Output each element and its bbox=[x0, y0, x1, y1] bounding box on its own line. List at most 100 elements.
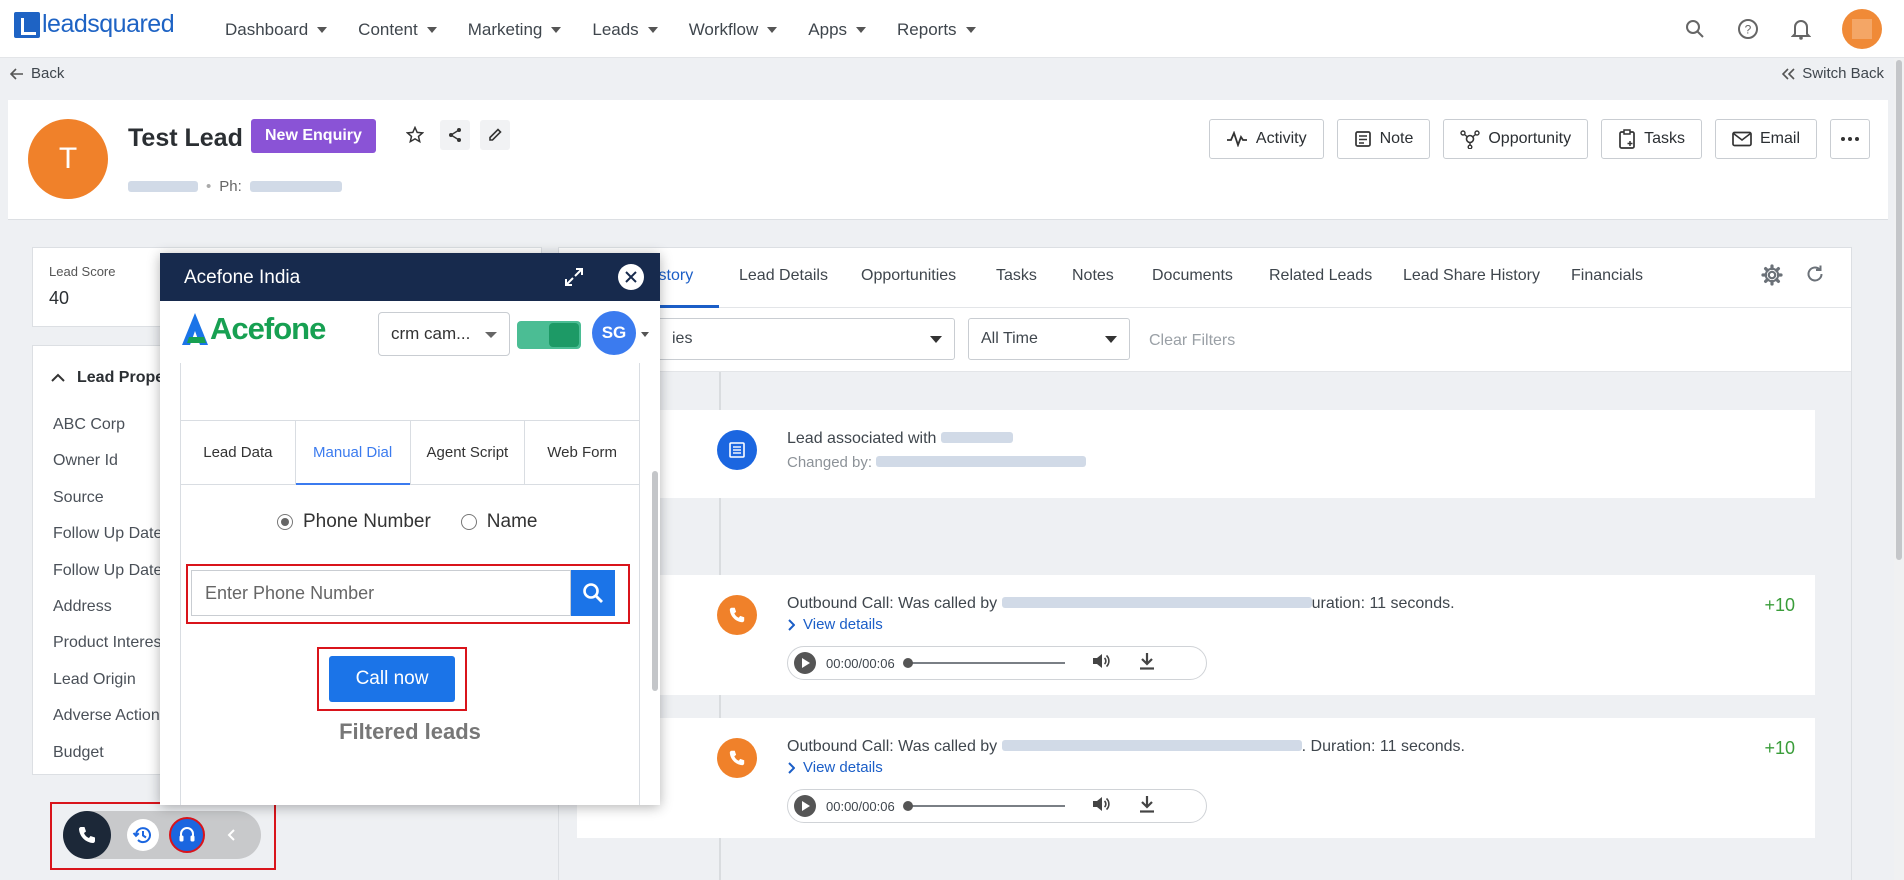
phone-call-icon[interactable] bbox=[63, 811, 111, 859]
radio-phone-number[interactable]: Phone Number bbox=[277, 511, 431, 533]
radio-name[interactable]: Name bbox=[460, 511, 537, 533]
property-item: Adverse Action bbox=[53, 707, 160, 725]
tab-tasks[interactable]: Tasks bbox=[996, 267, 1037, 285]
tab-web-form[interactable]: Web Form bbox=[525, 421, 639, 484]
tab-lead-share-history[interactable]: Lead Share History bbox=[1403, 267, 1540, 285]
chevron-left-icon[interactable] bbox=[220, 823, 244, 847]
agent-menu-caret-icon[interactable] bbox=[641, 332, 649, 337]
tab-lead-data[interactable]: Lead Data bbox=[181, 421, 296, 484]
detail-tabs: istory Lead Details Opportunities Tasks … bbox=[559, 248, 1851, 308]
download-icon[interactable] bbox=[1139, 652, 1155, 675]
property-item: Source bbox=[53, 488, 104, 506]
chevron-down-icon bbox=[767, 27, 778, 33]
dial-mode-radios: Phone Number Name bbox=[277, 511, 537, 533]
user-avatar[interactable] bbox=[1842, 9, 1882, 49]
softphone-launcher bbox=[63, 811, 261, 859]
chevron-down-icon bbox=[551, 27, 562, 33]
tab-financials[interactable]: Financials bbox=[1571, 267, 1643, 285]
widget-scrollbar[interactable] bbox=[652, 471, 658, 691]
lead-stage-badge[interactable]: New Enquiry bbox=[251, 119, 376, 153]
agent-avatar[interactable]: SG bbox=[592, 311, 636, 355]
tasks-button[interactable]: Tasks bbox=[1601, 119, 1702, 159]
nav-workflow[interactable]: Workflow bbox=[689, 20, 778, 40]
page-scrollbar[interactable] bbox=[1894, 58, 1904, 880]
volume-icon[interactable] bbox=[1091, 795, 1111, 818]
acefone-logo: Acefone bbox=[180, 311, 326, 347]
phone-label: Ph: bbox=[219, 178, 242, 195]
tab-agent-script[interactable]: Agent Script bbox=[411, 421, 526, 484]
volume-icon[interactable] bbox=[1091, 652, 1111, 675]
email-button[interactable]: Email bbox=[1714, 119, 1817, 159]
expand-icon[interactable] bbox=[563, 266, 585, 288]
widget-tabs: Lead Data Manual Dial Agent Script Web F… bbox=[181, 421, 639, 485]
nav-content[interactable]: Content bbox=[358, 20, 437, 40]
nav-content-label: Content bbox=[358, 20, 418, 39]
chevron-down-icon bbox=[485, 332, 497, 338]
star-icon[interactable] bbox=[400, 120, 430, 150]
headset-icon[interactable] bbox=[169, 817, 205, 853]
widget-header: Acefone India bbox=[160, 253, 660, 301]
widget-body-top bbox=[181, 363, 639, 421]
audio-seek-bar[interactable] bbox=[902, 801, 1065, 811]
tab-documents[interactable]: Documents bbox=[1152, 267, 1233, 285]
call-now-button[interactable]: Call now bbox=[329, 656, 455, 702]
activity-type-value: ies bbox=[672, 330, 693, 347]
settings-gear-icon[interactable] bbox=[1761, 264, 1783, 291]
nav-reports[interactable]: Reports bbox=[897, 20, 976, 40]
note-button[interactable]: Note bbox=[1336, 119, 1431, 159]
view-details-label: View details bbox=[803, 616, 883, 633]
nav-leads[interactable]: Leads bbox=[592, 20, 658, 40]
leadsquared-logo[interactable]: leadsquared bbox=[14, 10, 175, 39]
more-actions-button[interactable] bbox=[1830, 119, 1870, 159]
close-icon[interactable] bbox=[618, 264, 644, 290]
view-details-link[interactable]: View details bbox=[787, 616, 883, 633]
activity-title-text: Outbound Call: Was called by bbox=[787, 595, 998, 612]
tab-manual-dial[interactable]: Manual Dial bbox=[295, 421, 411, 485]
nav-apps[interactable]: Apps bbox=[808, 20, 867, 40]
property-item: Address bbox=[53, 597, 112, 615]
tab-opportunities[interactable]: Opportunities bbox=[861, 267, 956, 285]
activity-title-text-end: . Duration: 11 seconds. bbox=[1301, 738, 1465, 755]
nav-dashboard[interactable]: Dashboard bbox=[225, 20, 328, 40]
redacted-text bbox=[940, 432, 1013, 443]
availability-toggle[interactable] bbox=[517, 321, 581, 349]
chevron-down-icon bbox=[856, 27, 867, 33]
time-range-select[interactable]: All Time bbox=[968, 318, 1130, 360]
lead-properties-title: Lead Prope bbox=[77, 369, 165, 386]
top-navbar: leadsquared Dashboard Content Marketing … bbox=[0, 0, 1904, 58]
property-item: Product Interes bbox=[53, 634, 162, 652]
audio-seek-bar[interactable] bbox=[902, 658, 1065, 668]
audio-player: 00:00/00:06 bbox=[787, 789, 1207, 823]
clear-filters-link[interactable]: Clear Filters bbox=[1149, 332, 1235, 350]
chevron-right-icon bbox=[788, 761, 795, 774]
tab-related-leads[interactable]: Related Leads bbox=[1269, 267, 1372, 285]
tab-notes[interactable]: Notes bbox=[1072, 267, 1114, 285]
bell-icon[interactable] bbox=[1789, 17, 1813, 41]
refresh-icon[interactable] bbox=[1805, 264, 1825, 291]
phone-number-input[interactable]: Enter Phone Number bbox=[191, 570, 571, 616]
tab-tools bbox=[1761, 264, 1825, 291]
tab-activity-history[interactable]: istory bbox=[655, 267, 693, 285]
back-link[interactable]: Back bbox=[10, 65, 64, 82]
redacted-text bbox=[1001, 597, 1312, 608]
view-details-link[interactable]: View details bbox=[787, 759, 883, 776]
activity-button[interactable]: Activity bbox=[1208, 119, 1324, 159]
switch-back-link[interactable]: Switch Back bbox=[1782, 65, 1884, 82]
logo-text: leadsquared bbox=[42, 10, 175, 38]
play-icon[interactable] bbox=[794, 652, 816, 674]
nav-marketing[interactable]: Marketing bbox=[468, 20, 562, 40]
edit-icon[interactable] bbox=[480, 120, 510, 150]
help-icon[interactable]: ? bbox=[1736, 17, 1760, 41]
download-icon[interactable] bbox=[1139, 795, 1155, 818]
opportunity-button[interactable]: Opportunity bbox=[1443, 119, 1589, 159]
play-icon[interactable] bbox=[794, 795, 816, 817]
lead-properties-header[interactable]: Lead Prope bbox=[51, 369, 164, 387]
search-icon[interactable] bbox=[571, 570, 615, 616]
share-icon[interactable] bbox=[440, 120, 470, 150]
tab-lead-details[interactable]: Lead Details bbox=[739, 267, 828, 285]
call-history-icon[interactable] bbox=[127, 819, 159, 851]
search-icon[interactable] bbox=[1683, 17, 1707, 41]
campaign-select[interactable]: crm cam... bbox=[378, 312, 510, 356]
main-menu: Dashboard Content Marketing Leads Workfl… bbox=[225, 20, 1007, 40]
lead-score-label: Lead Score bbox=[49, 264, 116, 279]
